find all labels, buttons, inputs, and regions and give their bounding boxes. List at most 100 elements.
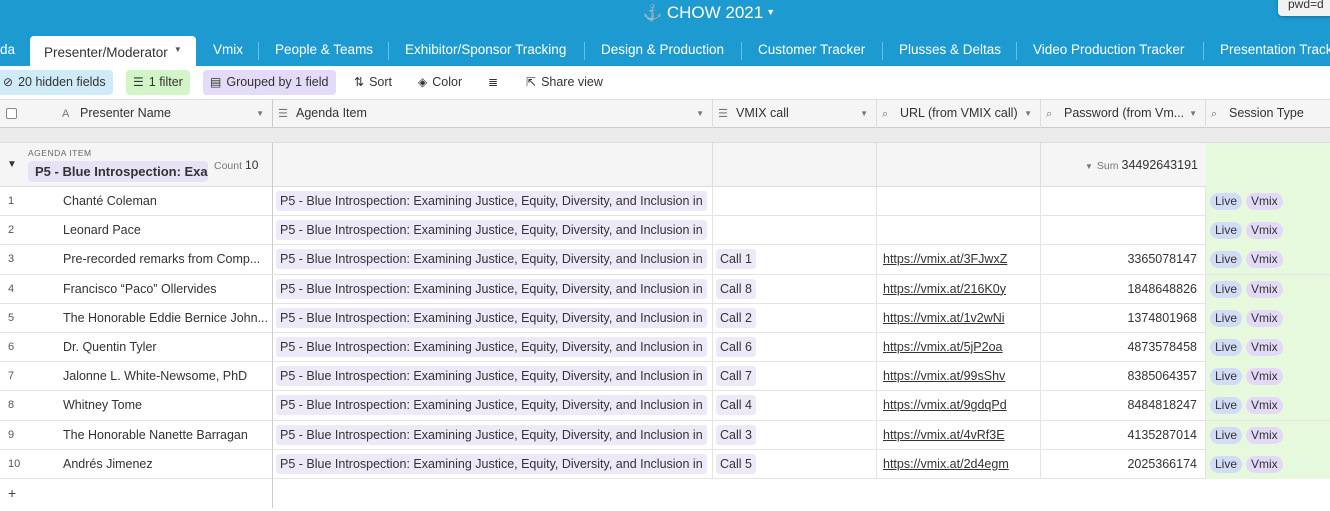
tab-customer-tracker[interactable]: Customer Tracker [744, 36, 879, 66]
url-link[interactable]: https://vmix.at/9gdqPd [877, 391, 1041, 421]
url-link[interactable]: https://vmix.at/5jP2oa [877, 332, 1041, 362]
presenter-name-cell[interactable]: The Honorable Eddie Bernice John... [50, 303, 273, 333]
session-type-cell[interactable]: Live Vmix [1206, 332, 1330, 362]
presenter-name-cell[interactable]: Pre-recorded remarks from Comp... [50, 245, 273, 275]
group-sum[interactable]: ▼ Sum 34492643191 [1085, 158, 1198, 172]
session-type-cell[interactable]: Live Vmix [1206, 362, 1330, 392]
agenda-item-cell[interactable]: P5 - Blue Introspection: Examining Justi… [273, 362, 713, 392]
tab-design-production[interactable]: Design & Production [587, 36, 738, 66]
vmix-call-cell[interactable]: Call 1 [713, 245, 877, 275]
session-type-cell[interactable]: Live Vmix [1206, 391, 1330, 421]
plus-icon[interactable]: + [8, 485, 16, 501]
base-title[interactable]: ⚓ CHOW 2021 ▼ [0, 3, 1330, 23]
chevron-down-icon[interactable]: ▼ [696, 100, 704, 127]
table-row[interactable]: 6 Dr. Quentin Tyler P5 - Blue Introspectio… [0, 332, 1330, 363]
password-cell[interactable]: 8484818247 [1041, 391, 1206, 421]
presenter-name-cell[interactable]: Jalonne L. White-Newsome, PhD [50, 362, 273, 392]
filter-button[interactable]: ☰ 1 filter [126, 70, 190, 95]
agenda-item-cell[interactable]: P5 - Blue Introspection: Examining Justi… [273, 449, 713, 479]
url-link[interactable] [877, 216, 1041, 246]
table-row[interactable]: 7 Jalonne L. White-Newsome, PhD P5 - Blue … [0, 362, 1330, 392]
tab-presenter-moderator[interactable]: Presenter/Moderator ▼ [30, 36, 196, 66]
agenda-item-cell[interactable]: P5 - Blue Introspection: Examining Justi… [273, 391, 713, 421]
vmix-call-cell[interactable]: Call 8 [713, 274, 877, 304]
url-link[interactable]: https://vmix.at/99sShv [877, 362, 1041, 392]
table-row[interactable]: 4 Francisco “Paco” Ollervides P5 - Blue In… [0, 274, 1330, 304]
presenter-name-cell[interactable]: Francisco “Paco” Ollervides [50, 274, 273, 304]
tab-video-production[interactable]: Video Production Tracker [1019, 36, 1198, 66]
presenter-name-cell[interactable]: Dr. Quentin Tyler [50, 332, 273, 362]
chevron-down-icon[interactable]: ▼ [860, 100, 868, 127]
agenda-item-cell[interactable]: P5 - Blue Introspection: Examining Justi… [273, 187, 713, 216]
tab-exhibitor-sponsor[interactable]: Exhibitor/Sponsor Tracking [391, 36, 580, 66]
presenter-name-cell[interactable]: Leonard Pace [50, 216, 273, 246]
share-view-button[interactable]: ⇱ Share view [519, 70, 610, 95]
column-header-password[interactable]: ⌕ Password (from Vm... ▼ [1041, 100, 1206, 128]
tab-plusses-deltas[interactable]: Plusses & Deltas [885, 36, 1015, 66]
password-cell[interactable]: 2025366174 [1041, 449, 1206, 479]
session-type-cell[interactable]: Live Vmix [1206, 274, 1330, 304]
vmix-call-cell[interactable] [713, 216, 877, 246]
password-cell[interactable]: 1848648826 [1041, 274, 1206, 304]
agenda-item-cell[interactable]: P5 - Blue Introspection: Examining Justi… [273, 420, 713, 450]
vmix-call-cell[interactable]: Call 7 [713, 362, 877, 392]
table-row[interactable]: 1 Chanté Coleman P5 - Blue Introspection: … [0, 187, 1330, 217]
table-row[interactable]: 8 Whitney Tome P5 - Blue Introspection: Ex… [0, 391, 1330, 421]
tab-people-teams[interactable]: People & Teams [261, 36, 387, 66]
column-header-session-type[interactable]: ⌕ Session Type [1206, 100, 1330, 128]
url-link[interactable]: https://vmix.at/1v2wNi [877, 303, 1041, 333]
vmix-call-cell[interactable] [713, 187, 877, 216]
url-link[interactable]: https://vmix.at/4vRf3E [877, 420, 1041, 450]
password-cell[interactable]: 1374801968 [1041, 303, 1206, 333]
session-type-cell[interactable]: Live Vmix [1206, 420, 1330, 450]
tab-presentation-track[interactable]: Presentation Track [1206, 36, 1330, 66]
session-type-cell[interactable]: Live Vmix [1206, 245, 1330, 275]
hidden-fields-button[interactable]: ⊘ 20 hidden fields [0, 70, 113, 95]
session-type-cell[interactable]: Live Vmix [1206, 303, 1330, 333]
agenda-item-cell[interactable]: P5 - Blue Introspection: Examining Justi… [273, 245, 713, 275]
tab-agenda[interactable]: da [0, 36, 29, 66]
column-header-agenda-item[interactable]: ☰ Agenda Item ▼ [273, 100, 713, 128]
tab-menu-chevron-icon[interactable]: ▼ [174, 45, 182, 54]
agenda-item-cell[interactable]: P5 - Blue Introspection: Examining Justi… [273, 274, 713, 304]
agenda-item-cell[interactable]: P5 - Blue Introspection: Examining Justi… [273, 332, 713, 362]
password-cell[interactable]: 3365078147 [1041, 245, 1206, 275]
group-header[interactable]: ▼ AGENDA ITEM P5 - Blue Introspection: E… [0, 143, 1330, 187]
table-row[interactable]: 3 Pre-recorded remarks from Comp... P5 - B… [0, 245, 1330, 275]
session-type-cell[interactable]: Live Vmix [1206, 187, 1330, 216]
column-header-url[interactable]: ⌕ URL (from VMIX call) ▼ [877, 100, 1041, 128]
select-all-checkbox[interactable] [6, 108, 17, 119]
table-row[interactable]: 9 The Honorable Nanette Barragan P5 - Blue… [0, 420, 1330, 450]
sort-button[interactable]: ⇅ Sort [347, 70, 399, 95]
url-link[interactable]: https://vmix.at/3FJwxZ [877, 245, 1041, 275]
column-header-vmix-call[interactable]: ☰ VMIX call ▼ [713, 100, 877, 128]
presenter-name-cell[interactable]: Andrés Jimenez [50, 449, 273, 479]
vmix-call-cell[interactable]: Call 2 [713, 303, 877, 333]
presenter-name-cell[interactable]: The Honorable Nanette Barragan [50, 420, 273, 450]
row-height-button[interactable]: ≣ [481, 70, 510, 95]
chevron-down-icon[interactable]: ▼ [1024, 100, 1032, 127]
group-button[interactable]: ▤ Grouped by 1 field [203, 70, 336, 95]
column-header-presenter-name[interactable]: A Presenter Name ▼ [50, 100, 273, 128]
chevron-down-icon[interactable]: ▼ [1189, 100, 1197, 127]
tab-vmix[interactable]: Vmix [199, 36, 257, 66]
vmix-call-cell[interactable]: Call 5 [713, 449, 877, 479]
session-type-cell[interactable]: Live Vmix [1206, 216, 1330, 246]
vmix-call-cell[interactable]: Call 4 [713, 391, 877, 421]
url-link[interactable]: https://vmix.at/216K0y [877, 274, 1041, 304]
vmix-call-cell[interactable]: Call 3 [713, 420, 877, 450]
collapse-triangle-icon[interactable]: ▼ [7, 159, 17, 170]
password-cell[interactable]: 4135287014 [1041, 420, 1206, 450]
table-row[interactable]: 10 Andrés Jimenez P5 - Blue Introspection:… [0, 449, 1330, 479]
chevron-down-icon[interactable]: ▼ [256, 100, 264, 127]
password-cell[interactable] [1041, 187, 1206, 216]
agenda-item-cell[interactable]: P5 - Blue Introspection: Examining Justi… [273, 216, 713, 246]
url-link[interactable] [877, 187, 1041, 216]
presenter-name-cell[interactable]: Chanté Coleman [50, 187, 273, 216]
session-type-cell[interactable]: Live Vmix [1206, 449, 1330, 479]
agenda-item-cell[interactable]: P5 - Blue Introspection: Examining Justi… [273, 303, 713, 333]
url-link[interactable]: https://vmix.at/2d4egm [877, 449, 1041, 479]
password-cell[interactable] [1041, 216, 1206, 246]
table-row[interactable]: 2 Leonard Pace P5 - Blue Introspection: Ex… [0, 216, 1330, 246]
password-cell[interactable]: 8385064357 [1041, 362, 1206, 392]
